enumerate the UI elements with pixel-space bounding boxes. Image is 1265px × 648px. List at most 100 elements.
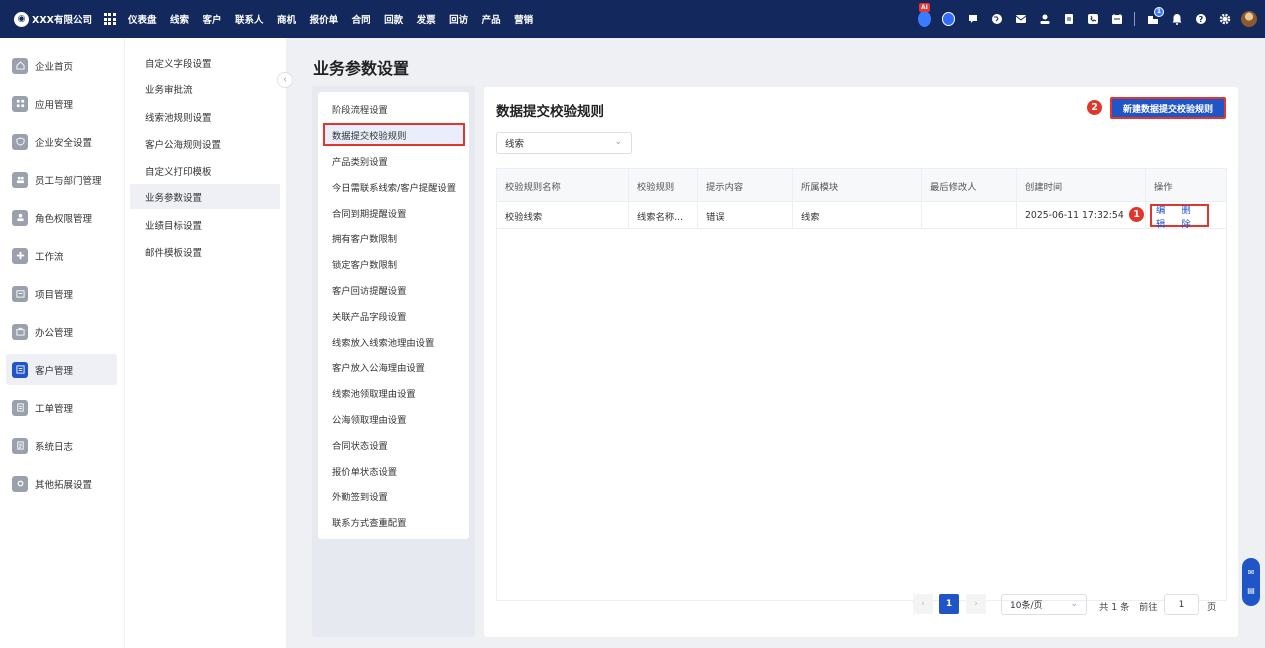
ai-assistant-icon[interactable]: AI: [918, 2, 931, 27]
setting-owned-customer-limit[interactable]: 拥有客户数限制: [323, 226, 465, 249]
step-marker-1: 1: [1129, 207, 1144, 222]
setting-visit-reminder[interactable]: 客户回访提醒设置: [323, 278, 465, 301]
sidebar-item-home[interactable]: 企业首页: [6, 50, 117, 81]
sidebar-item-workflow[interactable]: 工作流: [6, 240, 117, 271]
briefcase-icon: [12, 323, 28, 340]
setting-quote-status[interactable]: 报价单状态设置: [323, 459, 465, 482]
setting-validation-rules[interactable]: 数据提交校验规则: [323, 123, 465, 146]
user-icon[interactable]: [1038, 13, 1051, 26]
cell-tip: 错误: [698, 202, 793, 229]
sidebar-item-security[interactable]: 企业安全设置: [6, 126, 117, 157]
subnav-approval-flow[interactable]: 业务审批流: [130, 76, 280, 101]
svg-text:?: ?: [1198, 15, 1203, 24]
sidebar-item-logs[interactable]: 系统日志: [6, 430, 117, 461]
setting-lead-pool-reason[interactable]: 线索放入线索池理由设置: [323, 330, 465, 353]
cell-created: 2025-06-11 17:32:54: [1017, 202, 1146, 229]
nav-customers[interactable]: 客户: [203, 12, 222, 26]
gear-icon[interactable]: [1218, 13, 1231, 26]
bell-icon[interactable]: [1170, 13, 1183, 26]
setting-today-contact-reminder[interactable]: 今日需联系线索/客户提醒设置: [323, 175, 465, 198]
nav-products[interactable]: 产品: [482, 12, 501, 26]
nav-invoices[interactable]: 发票: [417, 12, 436, 26]
chat-icon[interactable]: [942, 12, 955, 26]
subnav-custom-fields[interactable]: 自定义字段设置: [130, 50, 280, 75]
sidebar-item-projects[interactable]: 项目管理: [6, 278, 117, 309]
setting-stage-flow[interactable]: 阶段流程设置: [323, 97, 465, 120]
edit-link[interactable]: 编辑: [1156, 202, 1175, 230]
setting-locked-customer-limit[interactable]: 锁定客户数限制: [323, 252, 465, 275]
feedback-icon[interactable]: ✉: [1248, 569, 1255, 577]
notification-count-badge: 1: [1154, 6, 1164, 17]
setting-related-product-field[interactable]: 关联产品字段设置: [323, 304, 465, 327]
sidebar-item-tickets[interactable]: 工单管理: [6, 392, 117, 423]
floating-toolbar[interactable]: ✉ ▤: [1242, 558, 1260, 606]
subnav-business-params[interactable]: 业务参数设置: [130, 184, 280, 209]
calendar-icon[interactable]: [1110, 13, 1123, 26]
app-notice-icon[interactable]: 1: [1146, 6, 1164, 26]
sidebar-item-roles[interactable]: 角色权限管理: [6, 202, 117, 233]
subnav-print-templates[interactable]: 自定义打印模板: [130, 158, 280, 183]
help-icon[interactable]: ?: [1194, 13, 1207, 26]
mail-icon[interactable]: [1014, 13, 1027, 26]
cell-modifier: [922, 202, 1017, 229]
delete-link[interactable]: 删除: [1182, 202, 1201, 230]
subnav-email-templates[interactable]: 邮件模板设置: [130, 239, 280, 264]
sidebar-item-customers[interactable]: 客户管理: [6, 354, 117, 385]
nav-leads[interactable]: 线索: [170, 12, 189, 26]
users-icon: [12, 171, 28, 188]
workflow-icon: [12, 247, 28, 264]
cell-rule-name: 校验线索: [497, 202, 629, 229]
nav-contracts[interactable]: 合同: [352, 12, 371, 26]
page-suffix: 页: [1207, 602, 1217, 613]
nav-contacts[interactable]: 联系人: [235, 12, 264, 26]
setting-contact-dedup[interactable]: 联系方式查重配置: [323, 510, 465, 533]
nav-marketing[interactable]: 营销: [514, 12, 533, 26]
nav-dashboard[interactable]: 仪表盘: [128, 12, 157, 26]
chevron-down-icon: ⌄: [614, 137, 622, 147]
user-avatar[interactable]: [1241, 11, 1257, 27]
nav-visits[interactable]: 回访: [449, 12, 468, 26]
collapse-sidebar-button[interactable]: ‹: [277, 72, 293, 88]
message-icon[interactable]: [966, 13, 979, 26]
setting-field-checkin[interactable]: 外勤签到设置: [323, 484, 465, 507]
sidebar-item-label: 员工与部门管理: [35, 175, 102, 187]
toolbar-icons: AI 1 ?: [907, 0, 1257, 38]
company-logo[interactable]: ◉ XXX有限公司: [14, 0, 92, 38]
settings-list: 阶段流程设置 数据提交校验规则 产品类别设置 今日需联系线索/客户提醒设置 合同…: [318, 92, 469, 539]
sidebar-item-label: 客户管理: [35, 365, 74, 377]
logo-icon: ◉: [14, 11, 29, 27]
content-title: 数据提交校验规则: [496, 104, 604, 120]
page-size-select[interactable]: 10条/页 ⌄: [1001, 594, 1087, 615]
setting-public-claim-reason[interactable]: 公海领取理由设置: [323, 407, 465, 430]
subnav-lead-pool-rules[interactable]: 线索池规则设置: [130, 104, 280, 129]
sidebar-item-apps[interactable]: 应用管理: [6, 88, 117, 119]
setting-contract-expiry-reminder[interactable]: 合同到期提醒设置: [323, 201, 465, 224]
setting-contract-status[interactable]: 合同状态设置: [323, 433, 465, 456]
new-validation-rule-button[interactable]: 新建数据提交校验规则: [1110, 97, 1226, 119]
setting-public-pool-reason[interactable]: 客户放入公海理由设置: [323, 355, 465, 378]
log-icon: [12, 437, 28, 454]
phone-icon[interactable]: [1086, 13, 1099, 26]
sidebar-item-office[interactable]: 办公管理: [6, 316, 117, 347]
prev-page-button[interactable]: ‹: [913, 594, 933, 614]
document-icon[interactable]: [1062, 13, 1075, 26]
notes-icon[interactable]: ▤: [1247, 587, 1255, 595]
subnav-public-pool-rules[interactable]: 客户公海规则设置: [130, 131, 280, 156]
subnav-performance-targets[interactable]: 业绩目标设置: [130, 212, 280, 237]
nav-opportunities[interactable]: 商机: [277, 12, 296, 26]
goto-page-input[interactable]: [1164, 594, 1199, 615]
sidebar-item-staff[interactable]: 员工与部门管理: [6, 164, 117, 195]
nav-quotes[interactable]: 报价单: [310, 12, 339, 26]
sidebar-item-label: 系统日志: [35, 441, 74, 453]
apps-grid-icon[interactable]: [103, 13, 116, 25]
setting-product-categories[interactable]: 产品类别设置: [323, 149, 465, 172]
page-1-button[interactable]: 1: [939, 594, 959, 614]
col-modifier: 最后修改人: [922, 169, 1017, 202]
module-filter-select[interactable]: 线索 ⌄: [496, 132, 632, 154]
sidebar-item-extensions[interactable]: 其他拓展设置: [6, 468, 117, 499]
next-page-button[interactable]: ›: [966, 594, 986, 614]
sidebar-item-label: 其他拓展设置: [35, 479, 93, 491]
setting-lead-claim-reason[interactable]: 线索池领取理由设置: [323, 381, 465, 404]
nav-payments[interactable]: 回款: [384, 12, 403, 26]
globe-icon[interactable]: [990, 13, 1003, 26]
